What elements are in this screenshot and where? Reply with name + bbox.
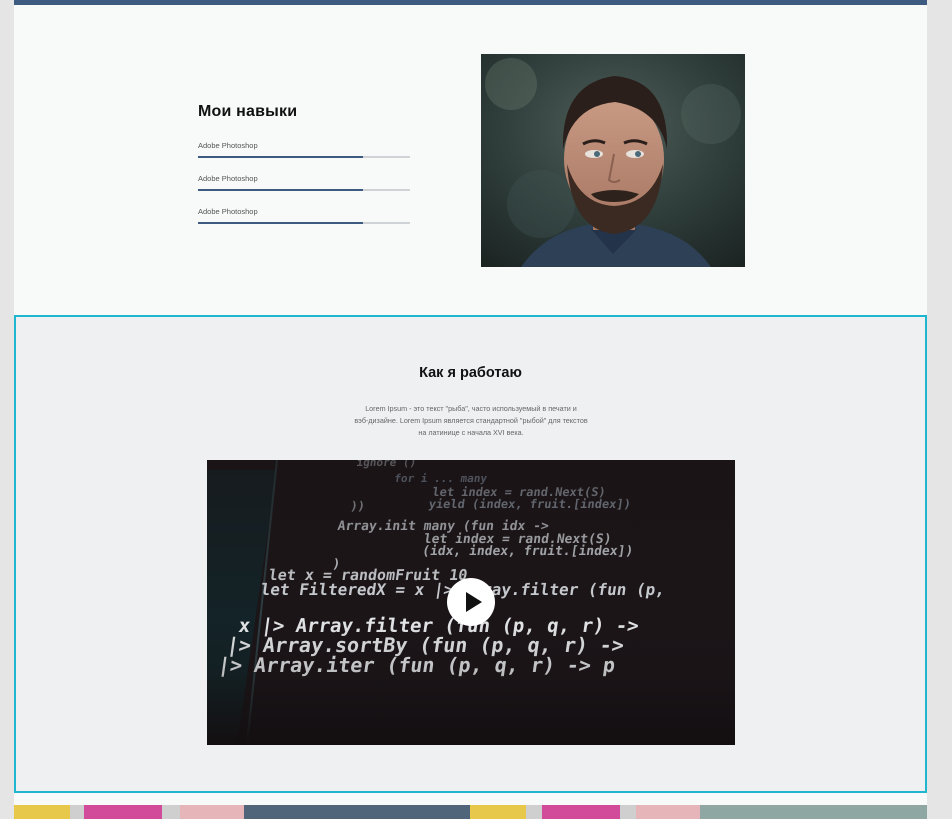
skill-bar (198, 189, 410, 191)
portrait-photo (481, 54, 745, 267)
description-line: на латинице с начала XVI века. (418, 428, 524, 437)
skills-section: Мои навыки Adobe Photoshop Adobe Photosh… (14, 5, 927, 315)
description-line: Lorem Ipsum - это текст "рыба", часто ис… (365, 404, 577, 413)
gallery-strip (14, 805, 927, 819)
play-icon (466, 592, 482, 612)
skill-bar-fill (198, 156, 364, 158)
skills-title: Мои навыки (198, 103, 298, 120)
gallery-tile (470, 805, 526, 819)
skill-bar-fill (198, 189, 364, 191)
skill-bar (198, 156, 410, 158)
video-player[interactable]: ignore ()for i ... manylet index = rand.… (207, 460, 735, 745)
skill-bar (198, 222, 410, 224)
section-description: Lorem Ipsum - это текст "рыба", часто ис… (341, 403, 601, 439)
how-i-work-section: Как я работаю Lorem Ipsum - это текст "р… (14, 315, 927, 793)
play-button[interactable] (447, 578, 495, 626)
gallery-tile (180, 805, 244, 819)
page: Мои навыки Adobe Photoshop Adobe Photosh… (14, 0, 927, 819)
gallery-tile (14, 805, 70, 819)
description-line: вэб-дизайне. Lorem Ipsum является станда… (354, 416, 588, 425)
gallery-tile (244, 805, 470, 819)
section-title: Как я работаю (419, 365, 522, 381)
skill-label: Adobe Photoshop (198, 174, 258, 183)
skill-label: Adobe Photoshop (198, 141, 258, 150)
skill-label: Adobe Photoshop (198, 207, 258, 216)
gallery-tile (84, 805, 162, 819)
gallery-tile (636, 805, 700, 819)
gallery-tile (542, 805, 620, 819)
skill-bar-fill (198, 222, 364, 224)
gallery-tile (700, 805, 927, 819)
